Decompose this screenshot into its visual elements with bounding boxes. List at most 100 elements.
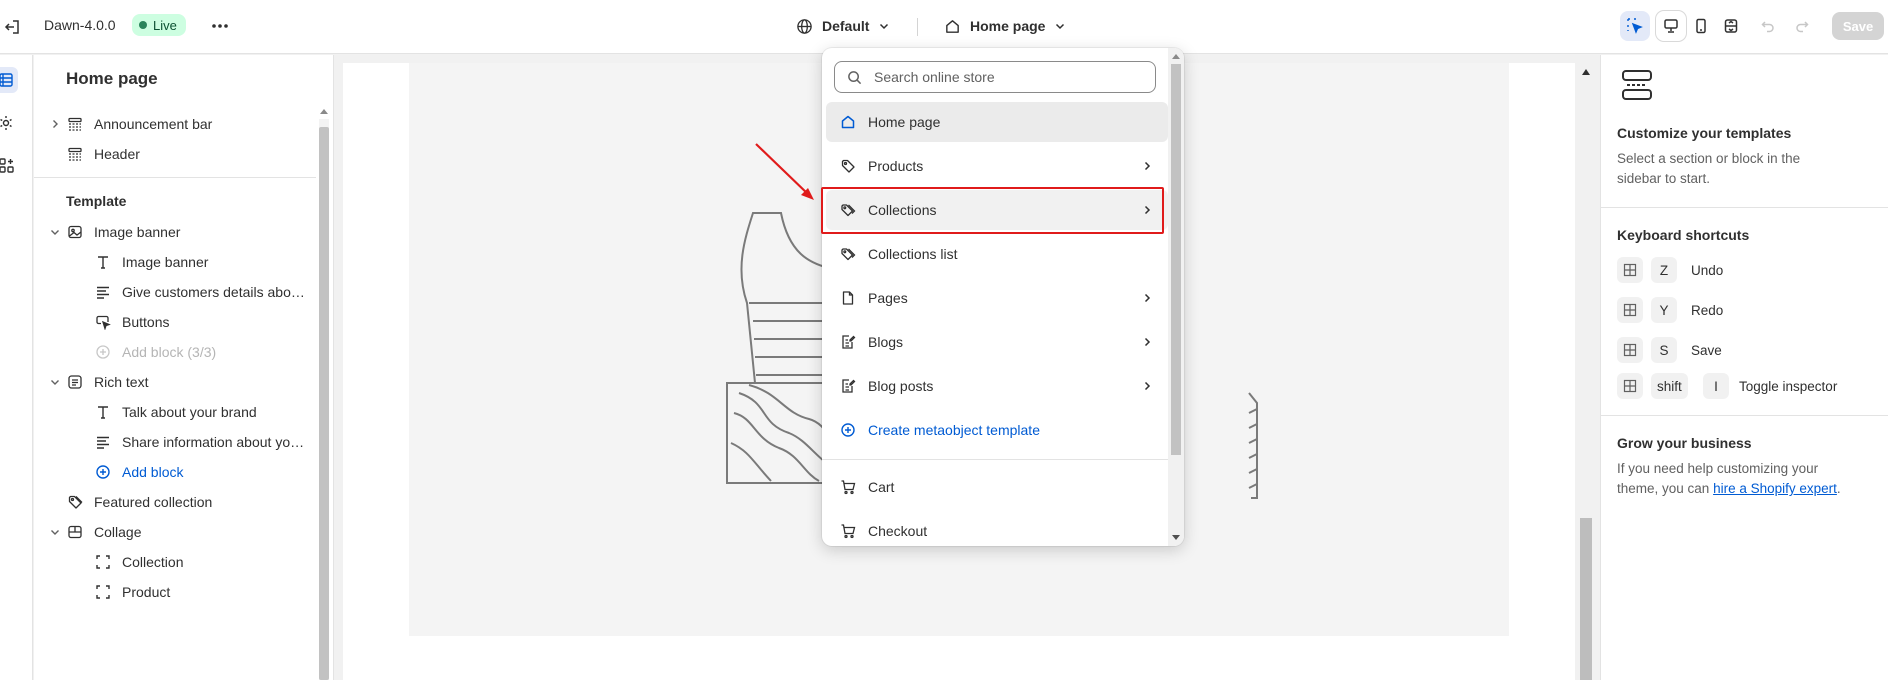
sections-sidebar: Home page Announcement bar Header Templa… — [34, 55, 334, 680]
add-block-label: Add block (3/3) — [122, 344, 217, 360]
block-item-label: Product — [122, 584, 171, 600]
environment-label: Default — [822, 18, 870, 34]
sidebar-item-image-banner[interactable]: Image banner — [34, 217, 316, 247]
block-item-share-info[interactable]: Share information about your brand with … — [34, 427, 316, 457]
sidebar-divider — [34, 177, 316, 178]
panel-divider — [1601, 207, 1888, 208]
rail-apps-button[interactable] — [0, 151, 30, 181]
cmd-key — [1617, 257, 1643, 283]
environment-select[interactable]: Default — [796, 14, 890, 38]
chevron-right-icon — [1140, 159, 1154, 173]
chevron-right-icon[interactable] — [48, 117, 62, 131]
page-select[interactable]: Home page — [944, 14, 1066, 38]
sidebar-item-header[interactable]: Header — [34, 139, 316, 169]
menu-item-label: Home page — [868, 114, 941, 130]
scrollbar-thumb[interactable] — [1580, 518, 1592, 680]
chevron-right-icon — [1140, 335, 1154, 349]
scrollbar-thumb[interactable] — [319, 127, 329, 680]
menu-item-blog-posts[interactable]: Blog posts — [826, 366, 1168, 406]
cmd-key — [1617, 297, 1643, 323]
chevron-down-icon — [880, 23, 889, 30]
menu-item-label: Checkout — [868, 523, 928, 539]
menu-item-collections-list[interactable]: Collections list — [826, 234, 1168, 274]
save-button[interactable]: Save — [1832, 12, 1884, 40]
block-item-label: Give customers details about the banner … — [122, 284, 308, 300]
chevron-down-icon — [1056, 23, 1065, 30]
blog-icon — [840, 378, 856, 394]
sidebar-scrollbar[interactable] — [318, 105, 330, 680]
scroll-up-arrow-icon[interactable] — [1172, 54, 1180, 59]
add-circle-icon — [94, 463, 112, 481]
search-input[interactable] — [874, 69, 1134, 85]
shortcut-label: Undo — [1691, 263, 1724, 278]
inspector-toggle-button[interactable] — [1620, 11, 1650, 41]
annotation-highlight-box — [821, 187, 1164, 234]
image-banner-icon — [66, 223, 84, 241]
device-toggle-group — [1656, 11, 1746, 41]
sidebar-item-label: Featured collection — [94, 494, 213, 510]
panel-heading: Customize your templates — [1617, 125, 1792, 141]
rail-settings-button[interactable] — [0, 108, 30, 138]
block-item-label: Buttons — [122, 314, 170, 330]
command-key-icon — [1623, 343, 1637, 357]
mobile-view-button[interactable] — [1686, 11, 1716, 41]
sidebar-item-collage[interactable]: Collage — [34, 517, 316, 547]
block-item-label: Share information about your brand with … — [122, 434, 308, 450]
sidebar-item-rich-text[interactable]: Rich text — [34, 367, 316, 397]
menu-item-products[interactable]: Products — [826, 146, 1168, 186]
menu-item-blogs[interactable]: Blogs — [826, 322, 1168, 362]
create-metaobject-template-link[interactable]: Create metaobject template — [826, 410, 1168, 450]
theme-name: Dawn-4.0.0 — [44, 17, 116, 33]
hire-expert-link[interactable]: hire a Shopify expert — [1713, 481, 1837, 496]
menu-item-home-page[interactable]: Home page — [826, 102, 1168, 142]
exit-button[interactable] — [0, 14, 26, 40]
fullscreen-view-button[interactable] — [1716, 11, 1746, 41]
button-cursor-icon — [94, 313, 112, 331]
undo-button[interactable] — [1756, 14, 1780, 38]
scroll-up-arrow-icon[interactable] — [1582, 69, 1590, 75]
status-badge-label: Live — [153, 17, 177, 33]
sidebar-item-featured-collection[interactable]: Featured collection — [34, 487, 316, 517]
chevron-down-icon[interactable] — [48, 525, 62, 539]
section-template-icon — [1622, 70, 1652, 100]
desktop-icon — [1664, 19, 1678, 33]
chevron-down-icon[interactable] — [48, 225, 62, 239]
scroll-down-arrow-icon[interactable] — [1172, 535, 1180, 540]
block-item-product[interactable]: Product — [34, 577, 316, 607]
block-item-talk-about-brand[interactable]: Talk about your brand — [34, 397, 316, 427]
block-item-collection[interactable]: Collection — [34, 547, 316, 577]
dropdown-scrollbar[interactable] — [1168, 48, 1184, 546]
preview-scrollbar[interactable] — [1578, 63, 1592, 680]
menu-item-pages[interactable]: Pages — [826, 278, 1168, 318]
chevron-down-icon[interactable] — [48, 375, 62, 389]
tag-icon — [840, 158, 856, 174]
scrollbar-thumb[interactable] — [1171, 64, 1181, 455]
search-field[interactable] — [834, 61, 1156, 93]
frame-icon — [94, 583, 112, 601]
more-actions-button[interactable] — [208, 14, 232, 38]
text-icon — [94, 253, 112, 271]
cursor-select-icon — [1627, 18, 1643, 34]
rail-sections-button[interactable] — [0, 65, 30, 95]
redo-button[interactable] — [1790, 14, 1814, 38]
block-item-image-banner[interactable]: Image banner — [34, 247, 316, 277]
top-bar: Dawn-4.0.0 Live Default Home page Save — [0, 0, 1888, 54]
sidebar-item-label: Collage — [94, 524, 142, 540]
shortcut-label: Redo — [1691, 303, 1724, 318]
paragraph-icon — [94, 433, 112, 451]
menu-item-label: Blogs — [868, 334, 904, 350]
menu-item-label: Cart — [868, 479, 895, 495]
sidebar-item-announcement-bar[interactable]: Announcement bar — [34, 109, 316, 139]
blog-icon — [840, 334, 856, 350]
globe-icon — [797, 18, 812, 34]
add-block-button[interactable]: Add block — [34, 457, 316, 487]
menu-item-label: Blog posts — [868, 378, 934, 394]
scroll-up-arrow-icon[interactable] — [320, 109, 328, 114]
block-item-banner-text[interactable]: Give customers details about the banner … — [34, 277, 316, 307]
block-item-buttons[interactable]: Buttons — [34, 307, 316, 337]
menu-item-checkout[interactable]: Checkout — [826, 511, 1168, 546]
menu-item-cart[interactable]: Cart — [826, 467, 1168, 507]
block-item-label: Collection — [122, 554, 184, 570]
desktop-view-button[interactable] — [1656, 11, 1686, 41]
sections-icon — [0, 73, 13, 87]
